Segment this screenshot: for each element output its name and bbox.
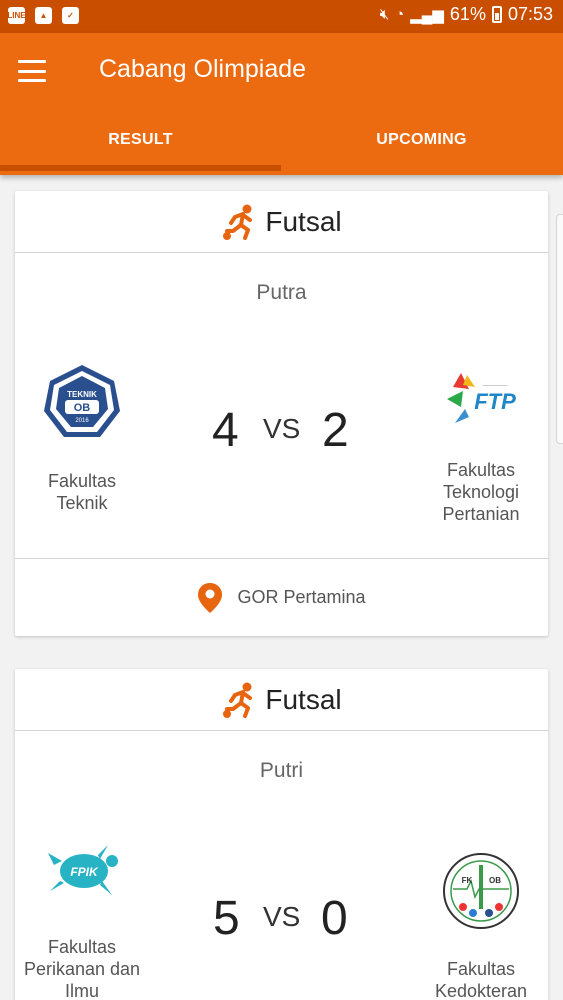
fpik-turtle-logo: FPIK: [48, 845, 118, 895]
svg-text:FPIK: FPIK: [70, 865, 99, 879]
page-title: Cabang Olimpiade: [99, 55, 307, 83]
teknik-ob-logo: TEKNIK OB 2016: [44, 365, 120, 437]
futsal-player-icon: [223, 204, 253, 240]
scroll-indicator[interactable]: [556, 214, 563, 444]
svg-text:OB: OB: [489, 876, 501, 885]
away-team-name: Fakultas Kedokteran: [434, 959, 528, 1000]
svg-text:FTP: FTP: [474, 389, 516, 414]
battery-charging-icon: [491, 6, 502, 23]
fk-ob-logo: FK OB: [443, 853, 519, 929]
hamburger-menu-icon[interactable]: [18, 60, 46, 82]
location-pin-icon: [198, 582, 223, 613]
match-card[interactable]: Futsal Putra TEKNIK OB 2016 Fakultas Tek…: [15, 191, 548, 636]
match-category: Putra: [256, 281, 307, 304]
battery-percent: 61%: [449, 4, 486, 24]
svg-text:2016: 2016: [75, 418, 89, 424]
away-score: 0: [321, 892, 348, 945]
status-bar: LINE ▲ ✓ 🔇︎ ◔ ▂▄▆ 61% 07:53: [0, 0, 563, 33]
ftp-logo: FTP ───────: [447, 373, 516, 423]
home-team-name: Fakultas Perikanan dan Ilmu: [23, 937, 141, 1000]
svg-text:TEKNIK: TEKNIK: [67, 390, 97, 399]
tab-indicator: [0, 165, 281, 171]
app-bar: Cabang Olimpiade RESULT UPCOMING: [0, 33, 563, 175]
away-team-name: Fakultas Teknologi Pertanian: [442, 460, 520, 524]
tab-result[interactable]: RESULT: [0, 131, 281, 149]
image-icon: ▲: [35, 7, 52, 24]
sport-name: Futsal: [265, 205, 342, 237]
match-category: Putri: [259, 759, 304, 782]
home-team-name: Fakultas Teknik: [47, 471, 117, 513]
venue-row: GOR Pertamina: [15, 558, 548, 636]
wifi-icon: ◔: [395, 6, 405, 23]
svg-text:───────: ───────: [482, 383, 508, 389]
home-score: 5: [213, 892, 240, 945]
match-card[interactable]: Futsal Putri FPIK Fakultas Perikanan dan…: [15, 669, 548, 1000]
vs-label: VS: [263, 901, 301, 932]
signal-icon: ▂▄▆: [410, 6, 444, 24]
mute-icon: 🔇︎: [379, 6, 390, 23]
svg-text:OB: OB: [74, 402, 91, 414]
sport-name: Futsal: [265, 683, 342, 715]
line-app-icon: LINE: [7, 7, 26, 24]
away-score: 2: [322, 404, 349, 457]
card-header: Futsal: [15, 191, 548, 253]
card-header: Futsal: [15, 669, 548, 731]
venue-name: GOR Pertamina: [237, 587, 366, 607]
svg-text:FK: FK: [462, 876, 473, 885]
home-score: 4: [212, 404, 239, 457]
vs-label: VS: [263, 413, 301, 444]
clock: 07:53: [507, 4, 553, 24]
tab-upcoming[interactable]: UPCOMING: [281, 131, 562, 149]
futsal-player-icon: [223, 682, 253, 718]
clipboard-check-icon: ✓: [62, 7, 79, 24]
